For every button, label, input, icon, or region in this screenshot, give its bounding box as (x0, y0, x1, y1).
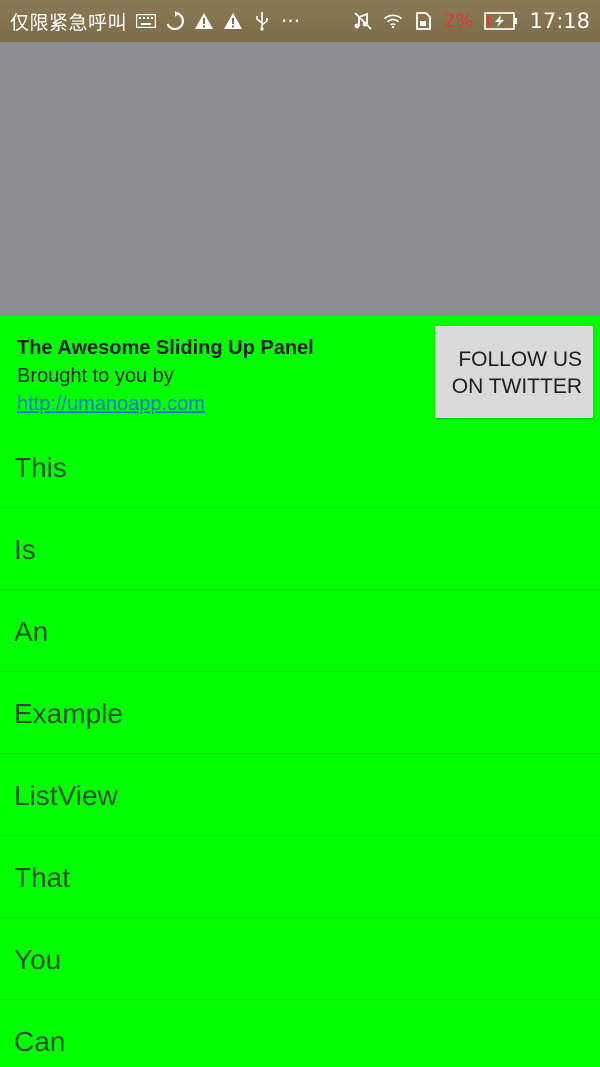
main-content-area[interactable] (0, 42, 600, 316)
mute-icon (353, 11, 373, 31)
panel-header[interactable]: The Awesome Sliding Up Panel Brought to … (0, 316, 600, 426)
follow-twitter-button[interactable]: FOLLOW US ON TWITTER (435, 326, 593, 418)
list-item[interactable]: Is (0, 508, 600, 590)
warning-icon (223, 11, 243, 31)
battery-charging-icon (483, 11, 519, 31)
sliding-up-panel[interactable]: The Awesome Sliding Up Panel Brought to … (0, 316, 600, 1067)
panel-title: The Awesome Sliding Up Panel (17, 337, 314, 359)
list-item-label: You (14, 944, 62, 975)
list-item[interactable]: Example (0, 672, 600, 754)
battery-percent: 2% (443, 10, 474, 32)
sync-icon (165, 11, 185, 31)
list-item-label: ListView (14, 780, 118, 811)
list-item-label: An (14, 616, 49, 647)
status-bar-left: 仅限紧急呼叫 ··· (10, 8, 300, 35)
list-item-label: Is (14, 534, 36, 565)
panel-header-text: The Awesome Sliding Up Panel Brought to … (17, 334, 417, 418)
list-item-label: Example (14, 698, 123, 729)
status-bar-right: 2% 17:18 (353, 9, 590, 33)
warning-icon (194, 11, 214, 31)
usb-icon (252, 11, 272, 31)
panel-subtitle: Brought to you by (17, 365, 174, 387)
list-item-label: Can (14, 1026, 66, 1057)
list-item[interactable]: You (0, 918, 600, 1000)
list-item-label: That (14, 862, 71, 893)
list-item-label: This (14, 452, 67, 483)
list-item[interactable]: That (0, 836, 600, 918)
status-bar: 仅限紧急呼叫 ··· 2% 17:18 (0, 0, 600, 42)
keyboard-icon (136, 11, 157, 31)
clock: 17:18 (529, 9, 590, 33)
sim-icon (413, 11, 433, 31)
follow-button-line2: ON TWITTER (451, 375, 582, 398)
carrier-label: 仅限紧急呼叫 (10, 11, 128, 34)
list-item[interactable]: An (0, 590, 600, 672)
list-item[interactable]: This (0, 426, 600, 508)
follow-button-line1: FOLLOW US (458, 348, 582, 371)
list-item[interactable]: ListView (0, 754, 600, 836)
list-item[interactable]: Can (0, 1000, 600, 1067)
website-link[interactable]: http://umanoapp.com (17, 390, 417, 418)
more-icon: ··· (281, 9, 301, 33)
wifi-icon (383, 11, 403, 31)
example-list[interactable]: This Is An Example ListView That You Can (0, 426, 600, 1067)
